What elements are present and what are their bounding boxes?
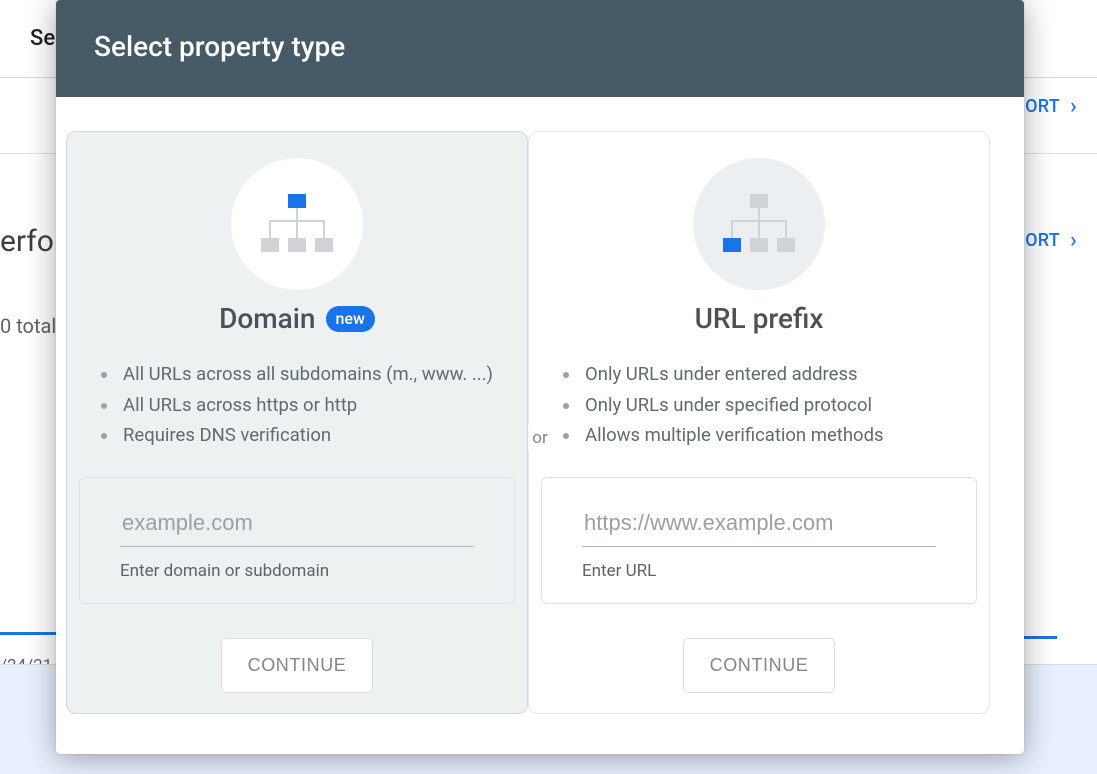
url-prefix-bullet-2: Only URLs under specified protocol bbox=[581, 390, 884, 421]
dialog-title: Select property type bbox=[56, 0, 1024, 97]
domain-icon-circle bbox=[231, 158, 363, 290]
domain-title: Domain bbox=[219, 302, 315, 335]
url-prefix-property-card[interactable]: URL prefix Only URLs under entered addre… bbox=[528, 131, 990, 714]
domain-input[interactable] bbox=[120, 504, 474, 547]
select-property-type-dialog: Select property type Domain new bbox=[56, 0, 1024, 754]
url-prefix-input-helper: Enter URL bbox=[582, 561, 936, 581]
url-prefix-bullet-1: Only URLs under entered address bbox=[581, 359, 884, 390]
domain-property-card[interactable]: Domain new All URLs across all subdomain… bbox=[66, 131, 528, 714]
domain-continue-button[interactable]: CONTINUE bbox=[221, 638, 374, 693]
url-prefix-continue-button[interactable]: CONTINUE bbox=[683, 638, 836, 693]
dialog-body: Domain new All URLs across all subdomain… bbox=[56, 97, 1024, 754]
modal-overlay: Select property type Domain new bbox=[0, 0, 1097, 774]
site-tree-icon bbox=[257, 194, 337, 254]
url-prefix-input[interactable] bbox=[582, 504, 936, 547]
domain-input-helper: Enter domain or subdomain bbox=[120, 561, 474, 581]
domain-title-row: Domain new bbox=[219, 302, 375, 335]
domain-input-area: Enter domain or subdomain bbox=[79, 477, 515, 604]
new-badge: new bbox=[326, 306, 375, 332]
url-prefix-icon-circle bbox=[693, 158, 825, 290]
url-prefix-bullets: Only URLs under entered address Only URL… bbox=[541, 359, 884, 451]
domain-bullet-2: All URLs across https or http bbox=[119, 390, 493, 421]
or-separator: or bbox=[528, 424, 551, 452]
url-prefix-title: URL prefix bbox=[695, 302, 824, 335]
domain-bullets: All URLs across all subdomains (m., www.… bbox=[79, 359, 493, 451]
url-prefix-input-area: Enter URL bbox=[541, 477, 977, 604]
url-prefix-title-row: URL prefix bbox=[695, 302, 824, 335]
url-prefix-bullet-3: Allows multiple verification methods bbox=[581, 420, 884, 451]
site-tree-icon bbox=[719, 194, 799, 254]
domain-bullet-3: Requires DNS verification bbox=[119, 420, 493, 451]
domain-bullet-1: All URLs across all subdomains (m., www.… bbox=[119, 359, 493, 390]
